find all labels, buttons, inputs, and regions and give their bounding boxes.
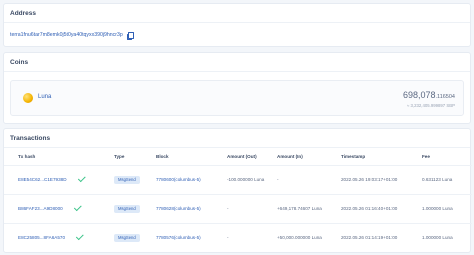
column-timestamp: Timestamp bbox=[341, 148, 422, 166]
column-block: Block bbox=[156, 148, 227, 166]
timestamp: 2022.05.26 01:14:19+01:00 bbox=[341, 235, 398, 241]
transactions-card: Transactions Tx hash Type Block Amount (… bbox=[3, 128, 472, 253]
column-type: Type bbox=[114, 148, 156, 166]
success-check-icon bbox=[75, 232, 84, 241]
transactions-header: Transactions bbox=[4, 129, 470, 148]
timestamp: 2022.05.26 19:03:17+01:00 bbox=[341, 165, 422, 195]
tx-hash-link[interactable]: E8C25805...8FA6A570 bbox=[18, 235, 65, 240]
fee: 1.000000 Luna bbox=[422, 194, 472, 224]
amount-out: - bbox=[227, 194, 277, 224]
coin-row-luna: Luna 698,078.116504 ≈ 3,232,405.999897 S… bbox=[10, 80, 464, 116]
coin-fiat-value: ≈ 3,232,405.999897 SBP bbox=[407, 103, 455, 108]
address-header: Address bbox=[4, 4, 470, 23]
tx-hash-link[interactable]: E8E54C62...C1E7938D bbox=[18, 177, 67, 182]
coin-name: Luna bbox=[38, 94, 52, 100]
fee: 1.000000 Luna bbox=[422, 235, 453, 241]
address-row: terra1fnu6tar7m8emk0j5t0ya40tqyxx390j9hn… bbox=[4, 23, 470, 47]
block-link[interactable]: 7780576(columbus-5) bbox=[156, 235, 201, 240]
amount-in: +649,178.74607 Luna bbox=[277, 194, 341, 224]
amount-out: -100.000000 Luna bbox=[227, 165, 277, 195]
coins-card: Coins Luna 698,078.116504 ≈ 3,232,405.99… bbox=[3, 52, 471, 124]
tx-type-badge: MsgSend bbox=[114, 233, 140, 242]
amount-in: +50,000.000000 Luna bbox=[277, 235, 322, 241]
column-tx-hash: Tx hash bbox=[4, 148, 114, 166]
column-amount-out: Amount (Out) bbox=[227, 148, 277, 166]
copy-icon[interactable] bbox=[126, 32, 134, 40]
amount-in: - bbox=[277, 165, 341, 195]
coin-amount: 698,078.116504 bbox=[403, 90, 455, 100]
tx-hash-link[interactable]: B86FAF23...A9D8000 bbox=[18, 206, 63, 211]
table-row: E8C25805...8FA6A570 MsgSend 7780576(colu… bbox=[4, 223, 472, 252]
column-amount-in: Amount (In) bbox=[277, 148, 341, 166]
address-value[interactable]: terra1fnu6tar7m8emk0j5t0ya40tqyxx390j9hn… bbox=[10, 32, 123, 38]
tx-type-badge: MsgSend bbox=[114, 204, 140, 213]
amount-out: - bbox=[227, 235, 229, 241]
block-link[interactable]: 7780628(columbus-5) bbox=[156, 206, 201, 211]
luna-coin-icon bbox=[23, 93, 33, 103]
coin-amount-decimals: .116504 bbox=[435, 94, 455, 100]
table-header-row: Tx hash Type Block Amount (Out) Amount (… bbox=[4, 148, 472, 166]
block-link[interactable]: 7780600(columbus-5) bbox=[156, 177, 201, 182]
success-check-icon bbox=[73, 203, 82, 212]
transactions-table: Tx hash Type Block Amount (Out) Amount (… bbox=[4, 148, 472, 252]
timestamp: 2022.05.26 01:16:40+01:00 bbox=[341, 194, 422, 224]
success-check-icon bbox=[77, 174, 86, 183]
coins-header: Coins bbox=[4, 53, 470, 72]
tx-type-badge: MsgSend bbox=[114, 175, 140, 184]
coin-amount-integer: 698,078 bbox=[402, 90, 436, 100]
table-row: E8E54C62...C1E7938D MsgSend 7780600(colu… bbox=[4, 165, 472, 195]
address-card: Address terra1fnu6tar7m8emk0j5t0ya40tqyx… bbox=[3, 3, 471, 47]
fee: 0.631123 Luna bbox=[422, 165, 472, 195]
column-fee: Fee bbox=[422, 148, 472, 166]
table-row: B86FAF23...A9D8000 MsgSend 7780628(colum… bbox=[4, 194, 472, 224]
